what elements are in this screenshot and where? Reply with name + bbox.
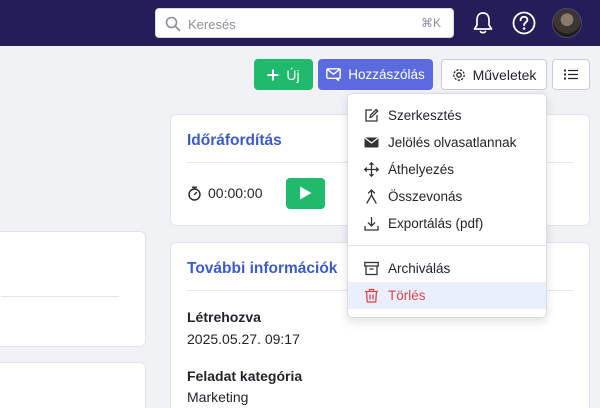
menu-item-delete[interactable]: Törlés: [348, 282, 546, 309]
new-button-label: Új: [286, 66, 300, 83]
actions-dropdown-menu: Szerkesztés Jelölés olvasatlannak Áthely…: [347, 93, 547, 318]
menu-item-label: Exportálás (pdf): [388, 216, 484, 231]
created-value: 2025.05.27. 09:17: [187, 331, 300, 347]
help-icon[interactable]: [511, 10, 537, 36]
bell-icon[interactable]: [470, 10, 496, 36]
gear-icon: [452, 68, 465, 81]
new-button[interactable]: Új: [254, 59, 313, 90]
search-icon: [165, 16, 181, 32]
category-value: Marketing: [187, 389, 249, 405]
list-icon: [564, 69, 578, 80]
left-card: [0, 362, 146, 408]
merge-icon: [366, 189, 377, 204]
menu-item-move[interactable]: Áthelyezés: [348, 156, 546, 183]
top-navbar: ⌘K: [0, 0, 600, 46]
search-box[interactable]: ⌘K: [155, 8, 454, 38]
created-label: Létrehozva: [187, 309, 261, 325]
divider: [1, 296, 119, 297]
comment-icon: [326, 68, 342, 81]
search-shortcut: ⌘K: [420, 16, 441, 30]
trash-icon: [365, 288, 378, 303]
play-button[interactable]: [286, 178, 325, 209]
menu-item-export-pdf[interactable]: Exportálás (pdf): [348, 210, 546, 237]
actions-button-label: Műveletek: [472, 66, 537, 83]
time-card-title: Időráfordítás: [187, 132, 282, 149]
envelope-icon: [364, 137, 379, 148]
actions-button[interactable]: Műveletek: [441, 59, 547, 90]
timer-value: 00:00:00: [208, 185, 263, 201]
user-avatar[interactable]: [552, 8, 582, 38]
search-input[interactable]: [188, 14, 388, 34]
menu-item-edit[interactable]: Szerkesztés: [348, 102, 546, 129]
menu-item-label: Áthelyezés: [388, 162, 455, 177]
move-icon: [364, 162, 379, 177]
comment-button-label: Hozzászólás: [348, 67, 425, 82]
menu-item-label: Összevonás: [388, 189, 463, 204]
play-icon: [300, 186, 312, 200]
menu-item-archive[interactable]: Archiválás: [348, 255, 546, 282]
download-icon: [364, 217, 379, 231]
menu-item-mark-unread[interactable]: Jelölés olvasatlannak: [348, 129, 546, 156]
edit-icon: [365, 108, 379, 122]
menu-item-label: Szerkesztés: [388, 108, 462, 123]
left-card: [0, 231, 146, 347]
menu-item-merge[interactable]: Összevonás: [348, 183, 546, 210]
menu-item-label: Archiválás: [388, 261, 451, 276]
category-label: Feladat kategória: [187, 368, 303, 384]
plus-icon: [267, 69, 279, 80]
stopwatch-icon: [188, 186, 201, 201]
list-menu-button[interactable]: [552, 59, 590, 90]
info-card-title: További információk: [187, 260, 338, 277]
archive-icon: [364, 261, 379, 276]
menu-divider: [348, 245, 546, 246]
menu-item-label: Jelölés olvasatlannak: [388, 135, 517, 150]
menu-item-label: Törlés: [388, 288, 426, 303]
comment-button[interactable]: Hozzászólás: [318, 59, 433, 90]
